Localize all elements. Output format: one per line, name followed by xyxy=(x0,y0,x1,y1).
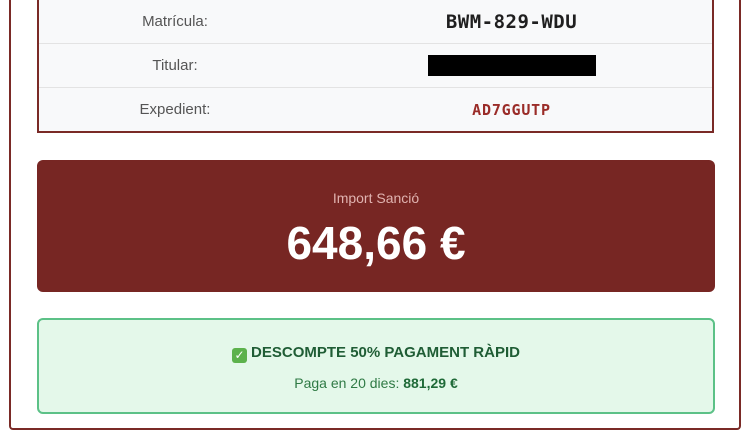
row-plate: Matrícula: BWM-829-WDU xyxy=(39,0,712,44)
plate-label: Matrícula: xyxy=(142,13,208,30)
row-file: Expedient: AD7GGUTP xyxy=(39,88,712,131)
file-number: AD7GGUTP xyxy=(472,101,551,119)
discount-box: ✓ DESCOMPTE 50% PAGAMENT RÀPID Paga en 20… xyxy=(37,318,715,414)
fine-details-table: Matrícula: BWM-829-WDU Titular: Expedien… xyxy=(37,0,714,133)
file-label: Expedient: xyxy=(139,101,211,118)
amount-label: Import Sanció xyxy=(332,190,420,206)
row-holder: Titular: xyxy=(39,44,712,88)
discount-subtext: Paga en 20 dies: 881,29 € xyxy=(39,375,713,391)
discount-sub-prefix: Paga en 20 dies: xyxy=(294,375,400,391)
plate-value: BWM-829-WDU xyxy=(445,10,578,33)
discount-title-line: ✓ DESCOMPTE 50% PAGAMENT RÀPID xyxy=(39,344,713,363)
amount-value: 648,66 € xyxy=(286,217,466,269)
discount-title: DESCOMPTE 50% PAGAMENT RÀPID xyxy=(251,344,520,361)
fine-amount-box: Import Sanció 648,66 € xyxy=(37,160,715,292)
check-icon: ✓ xyxy=(232,348,248,363)
holder-label: Titular: xyxy=(152,57,198,74)
holder-redacted-value xyxy=(427,55,596,76)
discount-amount: 881,29 € xyxy=(403,375,458,391)
